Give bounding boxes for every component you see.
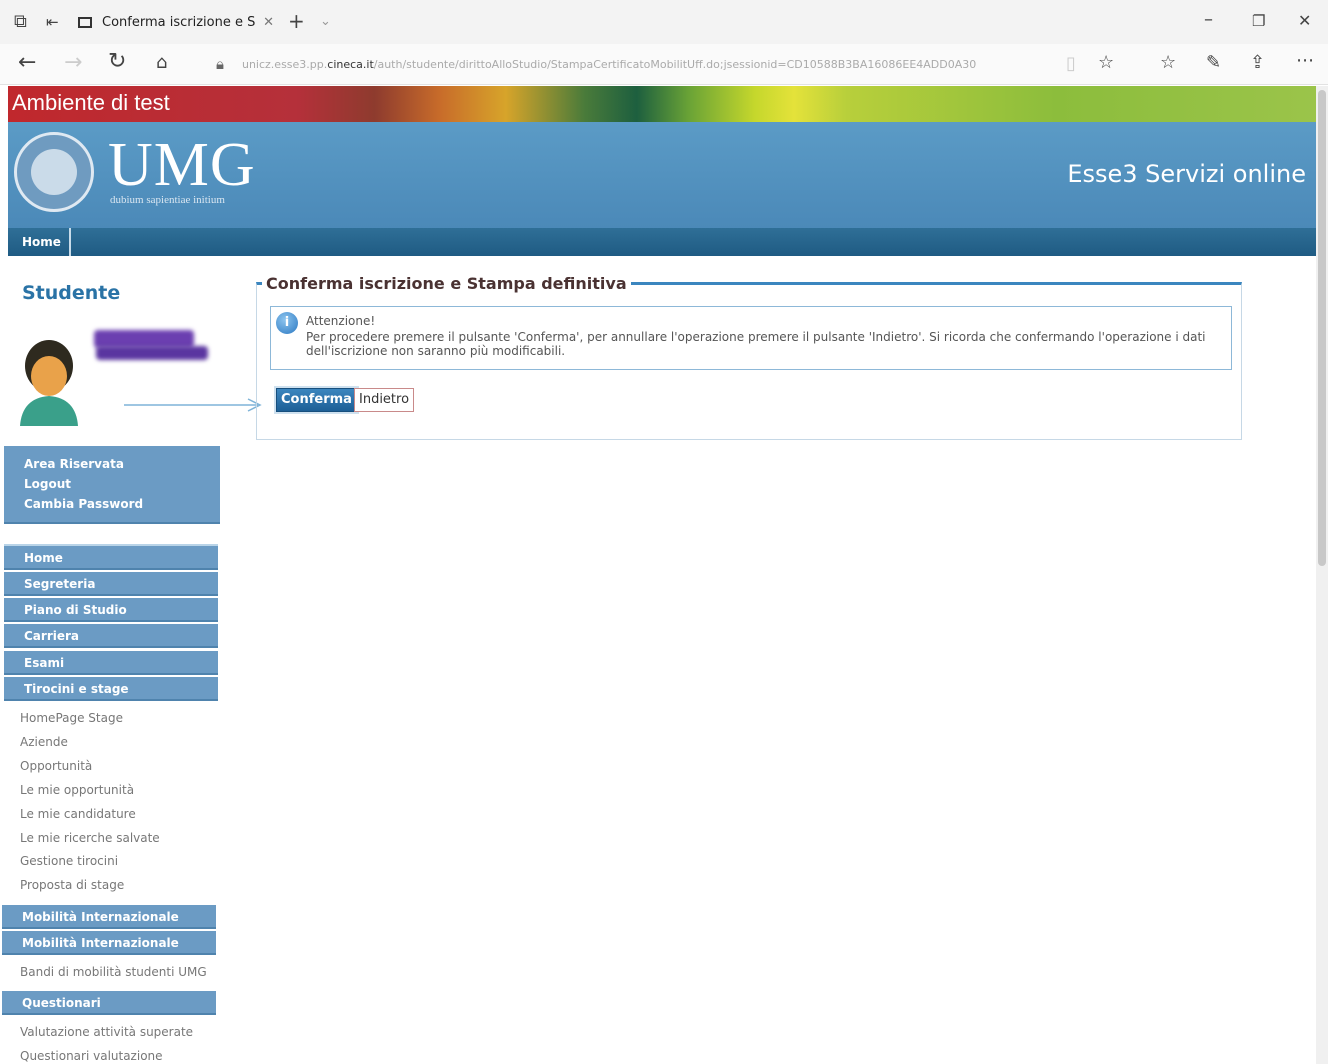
sidebar-subitem-opportunita[interactable]: Opportunità xyxy=(20,759,92,773)
sidebar-subitem-mie-candidature[interactable]: Le mie candidature xyxy=(20,807,136,821)
browser-title-bar: ⧉ ⇤ Conferma iscrizione e S ✕ + ⌄ – ❐ ✕ xyxy=(0,0,1328,44)
lock-icon: 🔒︎ xyxy=(216,55,224,73)
close-window-icon[interactable]: ✕ xyxy=(1298,11,1311,31)
userid-redacted xyxy=(96,346,208,360)
minimize-icon[interactable]: – xyxy=(1204,10,1213,30)
sidebar-subitem-questionari-valutazione[interactable]: Questionari valutazione xyxy=(20,1049,163,1063)
scrollbar-thumb[interactable] xyxy=(1318,90,1326,566)
url-field[interactable]: 🔒︎ unicz.esse3.pp. cineca.it/auth/student… xyxy=(210,50,1080,78)
web-note-icon[interactable]: ✎ xyxy=(1206,53,1221,73)
set-aside-tabs-icon[interactable]: ⇤ xyxy=(46,12,59,32)
browser-address-bar: ← → ↻ ⌂ 🔒︎ unicz.esse3.pp. cineca.it/auth… xyxy=(0,44,1328,85)
nav-home-link[interactable]: Home xyxy=(14,228,71,256)
sidebar-item-carriera[interactable]: Carriera xyxy=(4,624,218,648)
browser-tab[interactable]: Conferma iscrizione e S ✕ xyxy=(78,6,274,38)
sidebar-subitem-aziende[interactable]: Aziende xyxy=(20,735,68,749)
page-icon xyxy=(78,16,92,28)
sidebar-item-mobilita-1[interactable]: Mobilità Internazionale xyxy=(2,905,216,929)
tab-actions-icon[interactable]: ⧉ xyxy=(14,12,27,32)
sidebar-subitem-homepage-stage[interactable]: HomePage Stage xyxy=(20,711,123,725)
sidebar-subitem-mie-opportunita[interactable]: Le mie opportunità xyxy=(20,783,134,797)
refresh-icon[interactable]: ↻ xyxy=(108,51,126,73)
sidebar-item-tirocini[interactable]: Tirocini e stage xyxy=(4,677,218,701)
site-header: UMG dubium sapientiae initium Esse3 Serv… xyxy=(8,122,1318,228)
sidebar-subitem-ricerche-salvate[interactable]: Le mie ricerche salvate xyxy=(20,831,160,845)
forward-icon[interactable]: → xyxy=(64,52,82,74)
favorites-hub-icon[interactable]: ☆ xyxy=(1160,53,1176,73)
url-path: /auth/studente/dirittoAlloStudio/StampaC… xyxy=(373,57,977,71)
test-banner-text: Ambiente di test xyxy=(12,90,170,115)
test-environment-banner: Ambiente di test xyxy=(8,86,1318,122)
confirm-button[interactable]: Conferma xyxy=(276,388,357,412)
page-title: Conferma iscrizione e Stampa definitiva xyxy=(262,274,631,293)
info-icon: i xyxy=(276,312,298,334)
logo-text[interactable]: UMG xyxy=(108,132,256,198)
close-tab-icon[interactable]: ✕ xyxy=(263,15,274,30)
reading-view-icon[interactable]: ▯ xyxy=(1066,54,1076,74)
share-icon[interactable]: ⇪ xyxy=(1250,53,1265,73)
reserved-area-box: Area Riservata Logout Cambia Password xyxy=(4,446,220,524)
sidebar-item-esami[interactable]: Esami xyxy=(4,651,218,675)
favorite-star-icon[interactable]: ☆ xyxy=(1098,53,1114,73)
avatar xyxy=(16,332,82,426)
sidebar-item-questionari[interactable]: Questionari xyxy=(2,991,216,1015)
tab-list-chevron-icon[interactable]: ⌄ xyxy=(320,12,331,32)
university-seal-icon[interactable] xyxy=(14,132,94,212)
tab-title: Conferma iscrizione e S xyxy=(102,14,256,30)
restore-icon[interactable]: ❐ xyxy=(1252,11,1265,31)
role-title: Studente xyxy=(22,282,121,304)
sidebar-subitem-bandi-mobilita[interactable]: Bandi di mobilità studenti UMG xyxy=(20,965,207,979)
alert-message: Per procedere premere il pulsante 'Confe… xyxy=(306,330,1206,358)
more-icon[interactable]: ⋯ xyxy=(1296,51,1314,71)
url-domain: cineca.it xyxy=(327,57,374,71)
logo-motto: dubium sapientiae initium xyxy=(110,194,225,206)
sidebar-item-home[interactable]: Home xyxy=(4,546,218,570)
top-navbar: Home xyxy=(8,228,1318,256)
logout-link[interactable]: Logout xyxy=(4,474,220,494)
service-title: Esse3 Servizi online xyxy=(1067,160,1306,188)
alert-title: Attenzione! xyxy=(306,314,376,328)
back-icon[interactable]: ← xyxy=(18,52,36,74)
change-password-link[interactable]: Cambia Password xyxy=(4,494,220,514)
area-riservata-link[interactable]: Area Riservata xyxy=(4,454,220,474)
new-tab-icon[interactable]: + xyxy=(288,11,305,31)
sidebar-subitem-gestione-tirocini[interactable]: Gestione tirocini xyxy=(20,854,118,868)
sidebar-item-segreteria[interactable]: Segreteria xyxy=(4,572,218,596)
back-button[interactable]: Indietro xyxy=(354,388,415,412)
sidebar-item-piano[interactable]: Piano di Studio xyxy=(4,598,218,622)
sidebar-subitem-proposta-stage[interactable]: Proposta di stage xyxy=(20,878,124,892)
sidebar-item-mobilita-2[interactable]: Mobilità Internazionale xyxy=(2,931,216,955)
pointer-arrow-icon xyxy=(124,398,262,412)
url-prefix: unicz.esse3.pp. xyxy=(241,57,328,71)
sidebar-subitem-valutazione-attivita[interactable]: Valutazione attività superate xyxy=(20,1025,193,1039)
home-icon[interactable]: ⌂ xyxy=(156,53,167,73)
